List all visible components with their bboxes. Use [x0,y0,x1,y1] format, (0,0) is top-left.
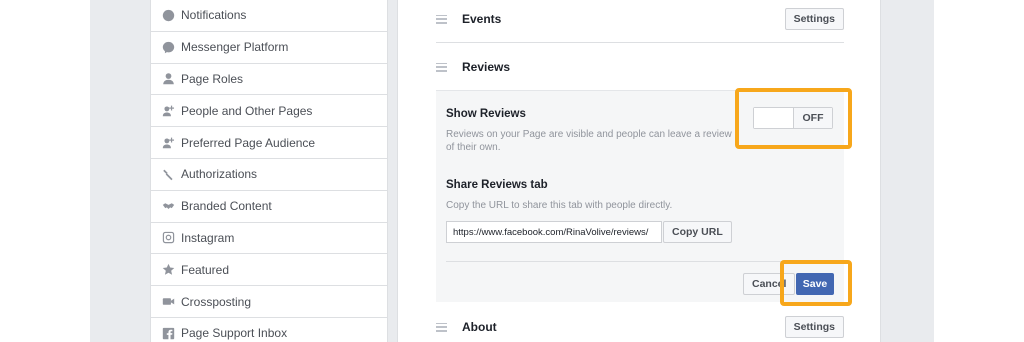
toggle-state: OFF [794,108,832,128]
instagram-icon [160,230,176,246]
people-icon [160,103,176,119]
show-reviews-label: Show Reviews [446,108,526,120]
sidebar-item-messenger-platform[interactable]: Messenger Platform [151,32,387,64]
events-settings-button[interactable]: Settings [784,8,844,30]
about-title: About [462,320,497,334]
person-icon [160,71,176,87]
star-icon [160,262,176,278]
sidebar-item-instagram[interactable]: Instagram [151,223,387,255]
sidebar-item-authorizations[interactable]: Authorizations [151,159,387,191]
sidebar-item-label: Authorizations [181,167,258,182]
wrench-icon [160,166,176,182]
sidebar-item-label: Messenger Platform [181,40,289,55]
sidebar-item-label: Crossposting [181,294,252,309]
sidebar-item-featured[interactable]: Featured [151,254,387,287]
sidebar-item-label: Page Support Inbox [181,326,288,341]
sidebar-item-label: People and Other Pages [181,103,313,118]
reviews-settings-panel: Show Reviews Reviews on your Page are vi… [436,90,844,302]
video-camera-icon [160,294,176,310]
save-button[interactable]: Save [796,273,834,295]
reviews-title: Reviews [462,60,511,74]
messenger-icon [160,39,176,55]
about-settings-button[interactable]: Settings [784,316,844,338]
share-reviews-tab-description: Copy the URL to share this tab with peop… [446,200,673,211]
show-reviews-description: Reviews on your Page are visible and peo… [446,129,732,153]
globe-icon [160,7,176,23]
sidebar-item-notifications[interactable]: Notifications [151,0,387,32]
sidebar-item-label: Page Roles [181,71,244,86]
sidebar-item-label: Preferred Page Audience [181,135,316,150]
sidebar-item-label: Instagram [181,230,235,245]
events-row: Events Settings [436,8,844,30]
facebook-icon [160,325,176,341]
divider [446,261,844,262]
reviews-row: Reviews [436,56,844,78]
sidebar-item-page-support-inbox[interactable]: Page Support Inbox [151,318,387,342]
settings-main-panel: Events Settings Reviews Show Reviews Rev… [397,0,881,342]
events-title: Events [462,12,502,26]
sidebar-item-crossposting[interactable]: Crossposting [151,286,387,318]
sidebar-item-people-and-other-pages[interactable]: People and Other Pages [151,95,387,128]
people-icon [160,135,176,151]
show-reviews-toggle[interactable]: OFF [753,107,833,129]
sidebar-item-label: Branded Content [181,199,272,214]
sidebar-item-label: Featured [181,262,230,277]
drag-handle-icon[interactable] [436,322,447,332]
reviews-url-field[interactable]: https://www.facebook.com/RinaVolive/revi… [446,221,662,243]
handshake-icon [160,198,176,214]
sidebar-item-label: Notifications [181,8,247,23]
drag-handle-icon[interactable] [436,14,447,24]
copy-url-button[interactable]: Copy URL [663,221,732,243]
sidebar-item-branded-content[interactable]: Branded Content [151,191,387,223]
sidebar-item-page-roles[interactable]: Page Roles [151,64,387,96]
sidebar-item-preferred-page-audience[interactable]: Preferred Page Audience [151,127,387,159]
share-reviews-tab-label: Share Reviews tab [446,179,548,191]
cancel-button[interactable]: Cancel [743,273,796,295]
settings-sidebar: Notifications Messenger Platform Page Ro… [150,0,388,342]
drag-handle-icon[interactable] [436,62,447,72]
toggle-knob [754,108,794,128]
about-row: About Settings [436,316,844,338]
divider [436,42,844,43]
